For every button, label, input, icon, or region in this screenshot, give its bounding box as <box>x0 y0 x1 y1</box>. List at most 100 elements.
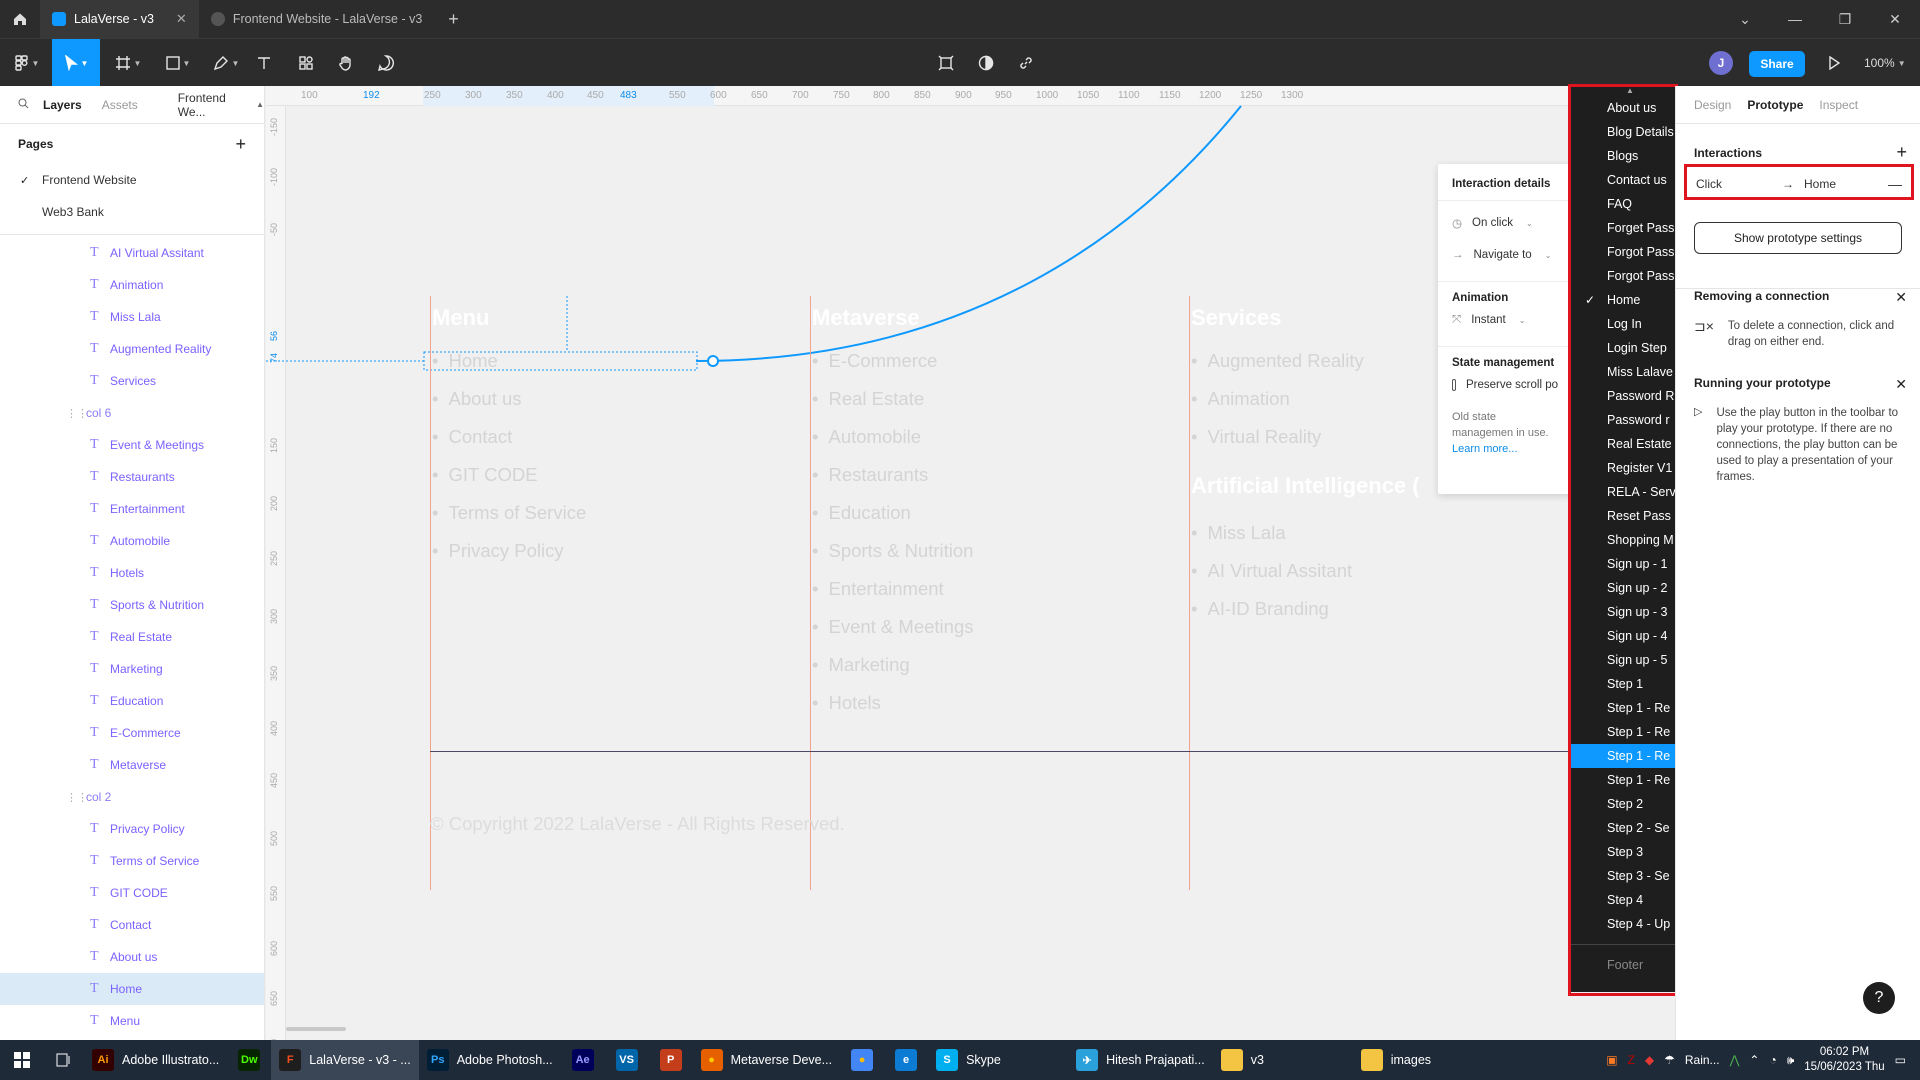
layer-item[interactable]: T Hotels <box>0 557 264 589</box>
tab-frontend-website[interactable]: Frontend Website - LalaVerse - v3 <box>199 0 434 38</box>
dropdown-item[interactable]: Password r <box>1571 408 1675 432</box>
layer-item[interactable]: T E-Commerce <box>0 717 264 749</box>
chevron-down-icon[interactable]: ⌄ <box>1720 0 1770 38</box>
remove-interaction-button[interactable]: — <box>1888 176 1902 192</box>
layer-item[interactable]: T Menu <box>0 1005 264 1037</box>
page-item[interactable]: Web3 Bank <box>0 196 264 228</box>
clock[interactable]: 06:02 PM 15/06/2023 Thu <box>1804 1045 1884 1075</box>
layer-item[interactable]: T GIT CODE <box>0 877 264 909</box>
dropdown-item[interactable]: Step 2 - Se <box>1571 816 1675 840</box>
frame-tool-button[interactable]: ▼ <box>108 39 148 87</box>
dropdown-item[interactable]: RELA - Serv <box>1571 480 1675 504</box>
canvas[interactable]: 100 192 250 300 350 400 450 483 550 600 650 700 750 8… <box>266 86 1572 1040</box>
close-icon[interactable]: ✕ <box>176 11 187 27</box>
dropdown-item[interactable]: Sign up - 1 <box>1571 552 1675 576</box>
layer-item[interactable]: T Sports & Nutrition <box>0 589 264 621</box>
dropdown-item[interactable]: Step 1 - Re <box>1571 696 1675 720</box>
add-interaction-button[interactable]: + <box>1896 142 1907 163</box>
taskbar-app[interactable]: ● <box>840 1040 884 1080</box>
taskbar-app[interactable]: Dw <box>227 1040 271 1080</box>
taskbar-app[interactable]: ● Metaverse Deve... <box>693 1040 840 1080</box>
xampp-icon[interactable]: ▣ <box>1606 1053 1617 1067</box>
dropdown-item[interactable]: Step 1 <box>1571 672 1675 696</box>
dropdown-item[interactable]: Sign up - 3 <box>1571 600 1675 624</box>
restore-button[interactable]: ❐ <box>1820 0 1870 38</box>
taskbar-app[interactable]: S Skype <box>928 1040 1068 1080</box>
minimize-button[interactable]: — <box>1770 0 1820 38</box>
dropdown-item[interactable]: Forget Pass <box>1571 216 1675 240</box>
task-view-icon[interactable] <box>44 1040 84 1080</box>
close-icon[interactable]: ✕ <box>1895 376 1907 393</box>
taskbar-app[interactable]: Ae <box>561 1040 605 1080</box>
tab-lalaverse[interactable]: LalaVerse - v3 ✕ <box>40 0 199 38</box>
tab-inspect[interactable]: Inspect <box>1819 98 1858 112</box>
frame-select-icon[interactable] <box>934 39 958 87</box>
layer-item[interactable]: T About us <box>0 941 264 973</box>
dropdown-item[interactable]: Step 3 <box>1571 840 1675 864</box>
layer-item[interactable]: T Automobile <box>0 525 264 557</box>
dropdown-item[interactable]: Forgot Pass <box>1571 240 1675 264</box>
zoom-dropdown[interactable]: 100% ▼ <box>1864 39 1906 87</box>
volume-icon[interactable]: 🕪 <box>1787 1053 1795 1068</box>
resources-tool-button[interactable] <box>294 39 318 87</box>
taskbar-app[interactable]: ▬ images <box>1353 1040 1493 1080</box>
page-selector[interactable]: Frontend We... <box>172 91 245 119</box>
layer-group[interactable]: ⋮⋮ col 6 <box>0 397 264 429</box>
layer-item[interactable]: T Event & Meetings <box>0 429 264 461</box>
learn-more-link[interactable]: Learn more... <box>1452 443 1517 455</box>
filezilla-icon[interactable]: Z <box>1628 1053 1635 1067</box>
layer-item[interactable]: T Miss Lala <box>0 301 264 333</box>
horizontal-scrollbar[interactable] <box>286 1027 346 1031</box>
chevron-up-icon[interactable]: ⌃ <box>1749 1053 1759 1067</box>
layer-item[interactable]: T Marketing <box>0 653 264 685</box>
move-tool-button[interactable]: ▼ <box>52 39 100 87</box>
pen-tool-button[interactable]: ▼ <box>206 39 246 87</box>
dropdown-item[interactable]: Step 1 - Re <box>1571 720 1675 744</box>
taskbar-app[interactable]: Ai Adobe Illustrato... <box>84 1040 227 1080</box>
page-item[interactable]: ✓ Frontend Website <box>0 164 264 196</box>
taskbar-app[interactable]: ✈ Hitesh Prajapati... <box>1068 1040 1213 1080</box>
home-icon[interactable] <box>0 0 40 38</box>
preserve-scroll-checkbox[interactable]: Preserve scroll po <box>1438 369 1572 401</box>
dropdown-item[interactable]: Step 1 - Re <box>1571 768 1675 792</box>
dropdown-item[interactable]: Blogs <box>1571 144 1675 168</box>
layer-item[interactable]: T AI Virtual Assitant <box>0 237 264 269</box>
add-page-button[interactable]: + <box>235 134 246 155</box>
layer-item[interactable]: T Privacy Policy <box>0 813 264 845</box>
dropdown-item[interactable]: Step 2 <box>1571 792 1675 816</box>
dropdown-item[interactable]: Sign up - 5 <box>1571 648 1675 672</box>
taskbar-app[interactable]: ▬ v3 <box>1213 1040 1353 1080</box>
chevron-up-icon[interactable]: ▲ <box>256 100 264 109</box>
help-button[interactable]: ? <box>1863 982 1895 1014</box>
show-prototype-settings-button[interactable]: Show prototype settings <box>1694 222 1902 254</box>
dropdown-footer[interactable]: Footer <box>1571 953 1675 977</box>
interaction-row[interactable]: Click → Home — <box>1688 170 1910 198</box>
layer-item[interactable]: T Services <box>0 365 264 397</box>
network-icon[interactable]: ⋀ <box>1730 1053 1740 1067</box>
shape-tool-button[interactable]: ▼ <box>158 39 198 87</box>
layer-item[interactable]: T Metaverse <box>0 749 264 781</box>
dropdown-item[interactable]: Register V1 <box>1571 456 1675 480</box>
dropdown-item[interactable]: Contact us <box>1571 168 1675 192</box>
dropdown-item[interactable]: Step 3 - Se <box>1571 864 1675 888</box>
layer-item[interactable]: T Contact <box>0 909 264 941</box>
taskbar-app[interactable]: VS <box>605 1040 649 1080</box>
share-button[interactable]: Share <box>1749 51 1805 77</box>
layer-item[interactable]: T Education <box>0 685 264 717</box>
dropdown-item[interactable]: FAQ <box>1571 192 1675 216</box>
tab-prototype[interactable]: Prototype <box>1747 98 1803 112</box>
dropdown-item[interactable]: Log In <box>1571 312 1675 336</box>
avatar[interactable]: J <box>1709 51 1733 75</box>
text-tool-button[interactable] <box>252 39 276 87</box>
comment-tool-button[interactable] <box>374 39 398 87</box>
layer-item[interactable]: T Augmented Reality <box>0 333 264 365</box>
dropdown-item[interactable]: ✓ Home <box>1571 288 1675 312</box>
new-tab-button[interactable]: + <box>434 0 473 38</box>
layer-item[interactable]: T Real Estate <box>0 621 264 653</box>
dropdown-item[interactable]: Sign up - 2 <box>1571 576 1675 600</box>
wifi-icon[interactable]: ◔ <box>1769 1053 1776 1067</box>
action-select[interactable]: → Navigate to ⌄ <box>1438 239 1572 271</box>
animation-select[interactable]: ⤧ Instant ⌄ <box>1438 304 1572 336</box>
link-icon[interactable] <box>1014 39 1038 87</box>
layer-item[interactable]: T Terms of Service <box>0 845 264 877</box>
